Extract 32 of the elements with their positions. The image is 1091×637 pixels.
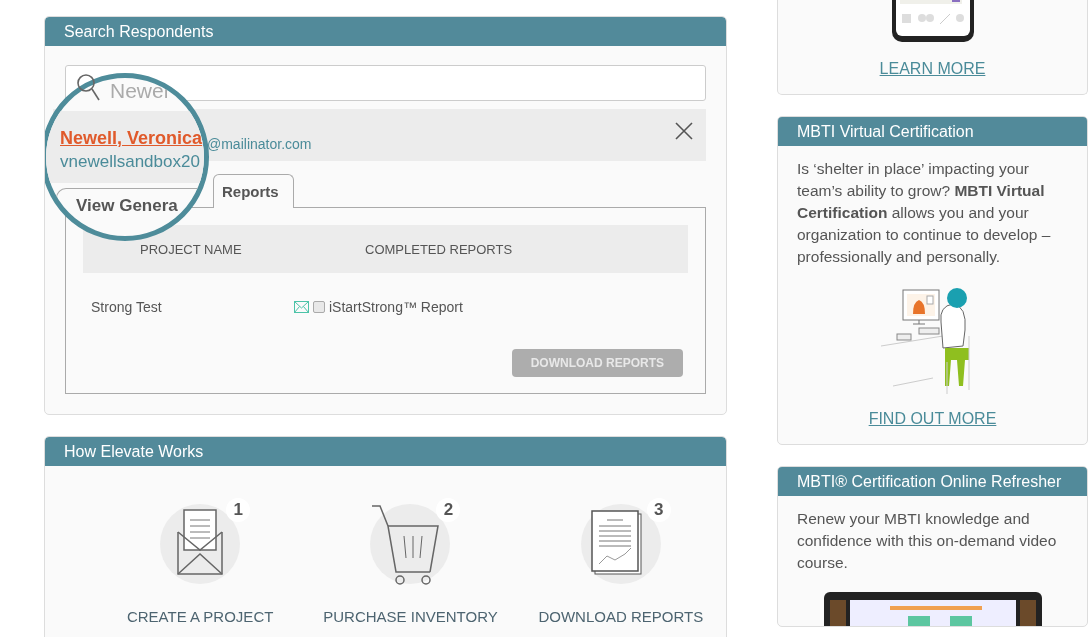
number-badge: 1 — [226, 498, 251, 522]
step-label: CREATE A PROJECT — [126, 608, 274, 625]
close-icon — [674, 121, 694, 141]
column-header: COMPLETED REPORTS — [365, 241, 513, 257]
card-header: MBTI Virtual Certification — [778, 117, 1087, 146]
card-text: Is ‘shelter in place’ impacting your team’s ability to grow? MBTI Virtual Certification allows you and your organization to continue to develop – professionally and personally. — [797, 159, 1052, 267]
document-icon — [578, 502, 663, 586]
table-cell-text: Strong Test — [90, 299, 163, 315]
checkbox[interactable] — [313, 301, 325, 313]
envelope-icon — [158, 502, 243, 586]
card-link[interactable]: FIND OUT MORE — [868, 410, 997, 428]
search-field[interactable] — [65, 65, 706, 101]
section-heading: View Genera — [76, 196, 178, 216]
step-label: PURCHASE INVENTORY — [323, 608, 498, 625]
respondent-name-link[interactable]: Newell, Veronica — [60, 128, 203, 149]
report-label: iStartStrong™ Report — [329, 299, 463, 315]
column-header: PROJECT NAME — [140, 241, 243, 257]
email-text: @mailinator.com — [207, 136, 312, 152]
step-label: DOWNLOAD REPORTS — [538, 608, 704, 625]
card-link[interactable]: LEARN MORE — [879, 60, 986, 78]
search-icon — [76, 73, 100, 101]
panel-header: How Elevate Works — [45, 437, 726, 466]
panel-header: Search Respondents — [45, 17, 726, 46]
number-badge: 2 — [436, 498, 461, 522]
card-header: MBTI® Certification Online Refresher — [778, 467, 1087, 496]
email-text: vnewellsandbox20 — [60, 152, 200, 172]
tab[interactable]: Reports — [213, 174, 294, 208]
card-text: Renew your MBTI knowledge and confidence with this on-demand video course. — [797, 509, 1058, 573]
envelope-icon — [294, 301, 309, 313]
search-text: Newel — [110, 79, 169, 103]
number-badge: 3 — [646, 498, 671, 522]
cart-icon — [368, 502, 453, 586]
